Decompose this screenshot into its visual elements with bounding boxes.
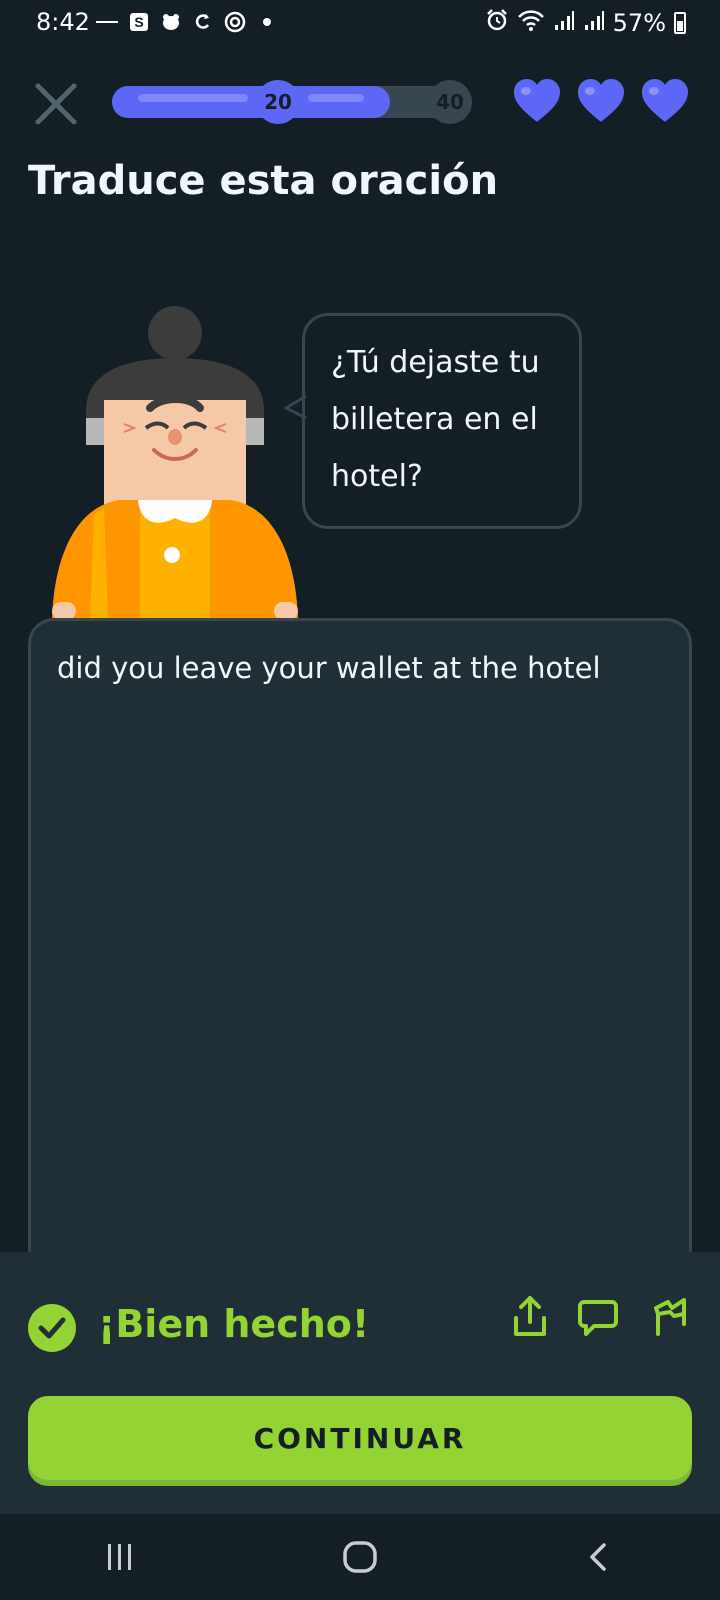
signal-icon bbox=[553, 9, 575, 37]
svg-text:S: S bbox=[134, 14, 143, 30]
status-time: 8:42 bbox=[36, 8, 90, 36]
system-status: 57% bbox=[485, 8, 686, 38]
battery-percent: 57% bbox=[612, 9, 666, 37]
wifi-icon bbox=[517, 9, 545, 37]
continue-button[interactable]: CONTINUAR bbox=[28, 1396, 692, 1480]
lesson-progress-bar: 20 40 bbox=[112, 80, 472, 124]
sync-icon bbox=[192, 11, 214, 33]
signal-icon bbox=[583, 9, 605, 37]
s-app-icon: S bbox=[128, 11, 150, 33]
notification-icons: S bbox=[96, 10, 278, 34]
answer-textarea[interactable]: did you leave your wallet at the hotel bbox=[28, 618, 692, 1258]
system-nav-bar bbox=[0, 1514, 720, 1600]
speech-bubble: ¿Tú dejaste tu billetera en el hotel? bbox=[302, 313, 582, 529]
milestone-badge: 20 bbox=[256, 80, 300, 124]
progress-fill bbox=[112, 86, 390, 118]
recent-apps-icon[interactable] bbox=[90, 1527, 150, 1587]
check-icon bbox=[28, 1304, 76, 1352]
character-illustration bbox=[52, 306, 298, 620]
progress-shine bbox=[138, 94, 248, 102]
minus-icon bbox=[96, 11, 118, 33]
home-icon[interactable] bbox=[330, 1527, 390, 1587]
alarm-icon bbox=[485, 8, 509, 38]
back-icon[interactable] bbox=[570, 1527, 630, 1587]
heart-icon bbox=[578, 79, 624, 122]
page-title: Traduce esta oración bbox=[28, 158, 499, 204]
hearts bbox=[512, 78, 690, 124]
dot-icon bbox=[256, 11, 278, 33]
progress-shine bbox=[308, 94, 364, 102]
answer-text: did you leave your wallet at the hotel bbox=[57, 651, 601, 685]
bird-icon bbox=[160, 11, 182, 33]
battery-icon bbox=[674, 12, 686, 34]
comment-icon[interactable] bbox=[578, 1294, 618, 1338]
heart-icon bbox=[642, 79, 688, 122]
milestone-badge: 40 bbox=[428, 80, 472, 124]
share-icon[interactable] bbox=[510, 1294, 550, 1338]
report-flag-icon[interactable] bbox=[650, 1294, 690, 1338]
heart-icon bbox=[514, 79, 560, 122]
feedback-title: ¡Bien hecho! bbox=[98, 1302, 370, 1346]
target-icon bbox=[224, 11, 246, 33]
close-icon[interactable] bbox=[30, 78, 82, 130]
prompt-sentence[interactable]: ¿Tú dejaste tu billetera en el hotel? bbox=[331, 334, 553, 505]
feedback-panel: ¡Bien hecho! CONTINUAR bbox=[0, 1252, 720, 1514]
